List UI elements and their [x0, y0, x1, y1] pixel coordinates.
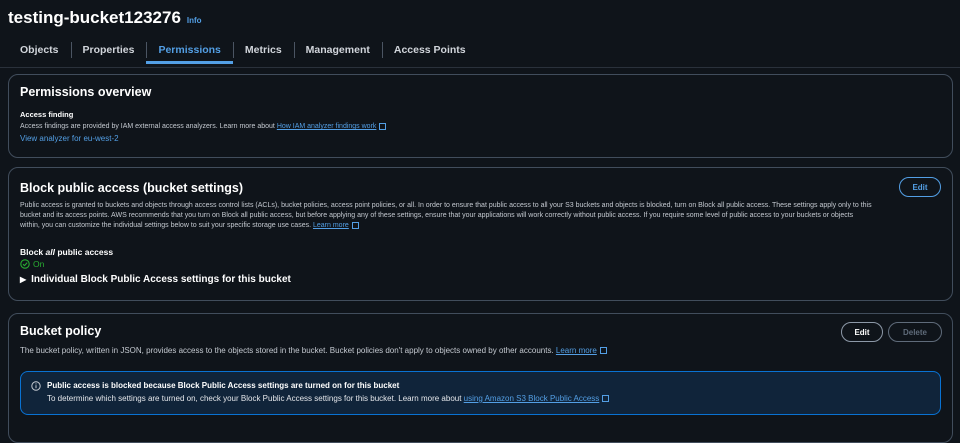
external-link-icon	[599, 347, 607, 355]
block-status-text: On	[33, 259, 45, 269]
external-link-icon	[379, 122, 387, 130]
block-all-public-access-label: Block all public access	[20, 247, 114, 257]
bucket-policy-description: The bucket policy, written in JSON, prov…	[20, 346, 607, 355]
individual-settings-label: Individual Block Public Access settings …	[31, 274, 291, 285]
permissions-overview-panel: Permissions overview Access finding Acce…	[8, 74, 953, 158]
bucket-header: testing-bucket123276 Info	[8, 8, 202, 28]
public-access-blocked-alert: Public access is blocked because Block P…	[20, 371, 941, 415]
bucket-policy-edit-button[interactable]: Edit	[841, 322, 883, 342]
block-public-access-title: Block public access (bucket settings)	[20, 181, 243, 195]
tab-permissions[interactable]: Permissions	[146, 38, 234, 66]
access-finding-label: Access finding	[20, 110, 74, 119]
view-analyzer-link[interactable]: View analyzer for eu-west-2	[20, 134, 119, 143]
block-public-access-edit-button[interactable]: Edit	[899, 177, 941, 197]
block-status: On	[20, 259, 44, 269]
bucket-policy-delete-button[interactable]: Delete	[888, 322, 942, 342]
bucket-policy-title: Bucket policy	[20, 324, 102, 338]
iam-analyzer-findings-link[interactable]: How IAM analyzer findings work	[277, 123, 377, 130]
external-link-icon	[351, 221, 359, 229]
tab-properties[interactable]: Properties	[70, 38, 147, 66]
alert-title: Public access is blocked because Block P…	[47, 381, 400, 390]
tab-objects[interactable]: Objects	[8, 38, 71, 66]
individual-settings-toggle[interactable]: ▶ Individual Block Public Access setting…	[20, 274, 291, 285]
block-public-access-learn-more-link[interactable]: Learn more	[313, 222, 349, 229]
caret-right-icon: ▶	[20, 275, 27, 284]
block-public-access-docs-link[interactable]: using Amazon S3 Block Public Access	[464, 394, 600, 403]
tab-divider	[0, 67, 960, 68]
block-public-access-panel: Block public access (bucket settings) Ed…	[8, 167, 953, 301]
check-circle-icon	[20, 259, 30, 269]
info-link[interactable]: Info	[187, 16, 202, 25]
tab-bar: Objects Properties Permissions Metrics M…	[8, 38, 478, 66]
bucket-name: testing-bucket123276	[8, 8, 181, 27]
tab-metrics[interactable]: Metrics	[232, 38, 294, 66]
permissions-overview-title: Permissions overview	[20, 85, 152, 99]
external-link-icon	[602, 395, 610, 403]
info-circle-icon	[31, 381, 41, 391]
access-finding-text: Access findings are provided by IAM exte…	[20, 122, 387, 132]
tab-access-points[interactable]: Access Points	[381, 38, 478, 66]
alert-text: To determine which settings are turned o…	[47, 394, 610, 403]
bucket-policy-learn-more-link[interactable]: Learn more	[556, 346, 597, 355]
tab-management[interactable]: Management	[293, 38, 382, 66]
block-public-access-description: Public access is granted to buckets and …	[20, 202, 872, 229]
